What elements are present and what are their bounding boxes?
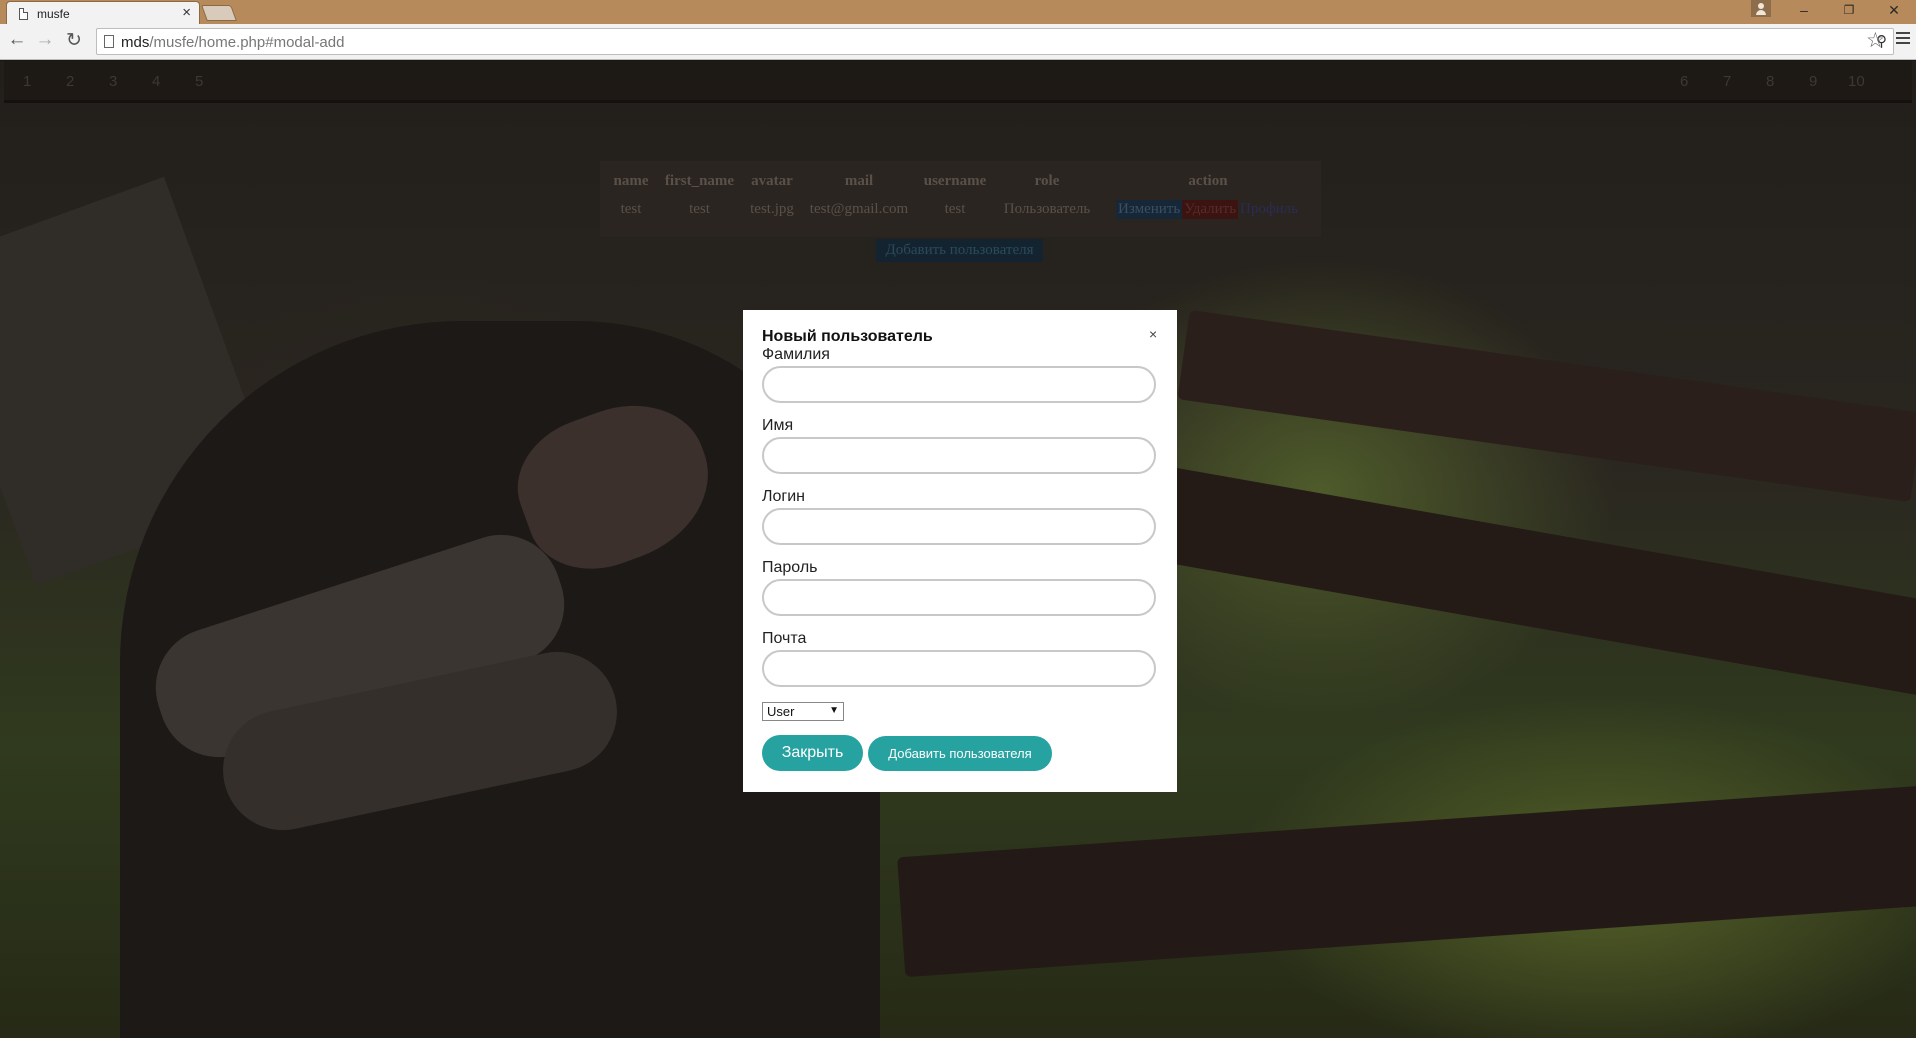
add-user-button[interactable]: Добавить пользователя	[876, 239, 1043, 262]
users-table: name first_name avatar mail username rol…	[606, 167, 1315, 223]
cell-actions: Изменить Удалить Профиль	[1101, 195, 1315, 223]
cell-avatar: test.jpg	[750, 200, 794, 217]
cell-name: test	[620, 200, 642, 217]
login-label: Логин	[762, 488, 806, 505]
column-header: role	[1034, 172, 1060, 189]
url-text[interactable]: mds/musfe/home.php#modal-add	[121, 34, 344, 51]
background-photo-detail	[897, 784, 1916, 978]
reload-icon[interactable]: ↻	[63, 29, 85, 52]
cell-mail: test@gmail.com	[809, 200, 909, 217]
password-input[interactable]	[762, 579, 1156, 616]
email-input[interactable]	[762, 650, 1156, 687]
page-number[interactable]: 3	[109, 73, 117, 90]
background-photo-detail	[1177, 309, 1916, 503]
pagination-bar: 1 2 3 4 5 6 7 8 9 10	[4, 61, 1912, 103]
bookmark-star-icon[interactable]: ☆	[1866, 28, 1885, 53]
background-photo-detail	[1117, 460, 1916, 697]
close-window-icon[interactable]: ✕	[1884, 2, 1904, 19]
profile-link[interactable]: Профиль	[1238, 200, 1300, 219]
minimize-icon[interactable]: –	[1794, 2, 1814, 18]
first-name-label: Имя	[762, 417, 794, 434]
forward-arrow-icon[interactable]: →	[34, 29, 56, 51]
back-arrow-icon[interactable]: ←	[6, 29, 28, 51]
first-name-input[interactable]	[762, 437, 1156, 474]
browser-toolbar: ← → ↻ mds/musfe/home.php#modal-add ⚲ ☆	[0, 24, 1916, 60]
page-number[interactable]: 8	[1766, 73, 1774, 90]
page-number[interactable]: 6	[1680, 73, 1688, 90]
new-tab-button[interactable]	[201, 5, 237, 21]
column-header: mail	[844, 172, 874, 189]
page-number[interactable]: 1	[23, 73, 31, 90]
address-bar[interactable]: mds/musfe/home.php#modal-add ⚲	[96, 28, 1894, 55]
column-header: action	[1188, 172, 1228, 189]
page-number[interactable]: 4	[152, 73, 160, 90]
password-label: Пароль	[762, 559, 818, 576]
delete-button[interactable]: Удалить	[1182, 199, 1239, 219]
column-header: avatar	[751, 172, 793, 189]
table-header-row: name first_name avatar mail username rol…	[606, 167, 1315, 195]
role-select-value: User	[767, 704, 795, 719]
page-icon	[104, 35, 114, 48]
cell-username: test	[944, 200, 966, 217]
browser-tab[interactable]: musfe ×	[6, 1, 200, 25]
role-select[interactable]: User ▼	[762, 702, 844, 721]
surname-input[interactable]	[762, 366, 1156, 403]
column-header: username	[923, 172, 987, 189]
column-header: name	[613, 172, 649, 189]
menu-icon[interactable]	[1896, 32, 1910, 46]
email-label: Почта	[762, 630, 807, 647]
page-number[interactable]: 2	[66, 73, 74, 90]
close-button[interactable]: Закрыть	[762, 735, 863, 771]
page-number[interactable]: 10	[1848, 73, 1865, 90]
cell-role: Пользователь	[1003, 200, 1091, 217]
submit-add-user-button[interactable]: Добавить пользователя	[868, 736, 1052, 771]
table-row: test test test.jpg test@gmail.com test П…	[606, 195, 1315, 223]
close-icon[interactable]: ×	[1149, 326, 1157, 342]
surname-label: Фамилия	[762, 346, 830, 363]
page-number[interactable]: 5	[195, 73, 203, 90]
cell-first-name: test	[689, 200, 710, 217]
tab-title: musfe	[37, 7, 70, 21]
restore-icon[interactable]: ❐	[1839, 3, 1859, 17]
page-number[interactable]: 9	[1809, 73, 1817, 90]
page-number[interactable]: 7	[1723, 73, 1731, 90]
login-input[interactable]	[762, 508, 1156, 545]
column-header: first_name	[664, 172, 735, 189]
users-table-panel: name first_name avatar mail username rol…	[600, 161, 1321, 237]
user-profile-icon[interactable]	[1751, 0, 1771, 17]
document-icon	[19, 8, 28, 20]
dropdown-arrow-icon: ▼	[829, 705, 839, 716]
title-bar: musfe × – ❐ ✕	[0, 0, 1916, 25]
new-user-modal: Новый пользователь × Фамилия Имя Логин П…	[743, 310, 1177, 792]
close-tab-icon[interactable]: ×	[182, 4, 191, 21]
edit-button[interactable]: Изменить	[1116, 199, 1183, 219]
modal-title: Новый пользователь	[762, 328, 933, 345]
